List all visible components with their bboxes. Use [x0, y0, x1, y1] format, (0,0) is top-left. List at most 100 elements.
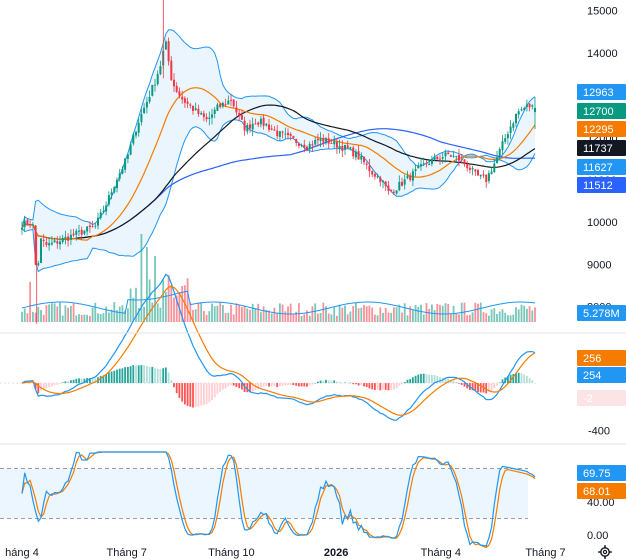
volume-bar [72, 303, 75, 322]
volume-bar [270, 313, 273, 322]
candle-body [97, 217, 99, 226]
candle-body [124, 158, 127, 170]
volume-bar [129, 288, 132, 322]
volume-bar [208, 311, 211, 322]
macd-histogram-bar [371, 383, 374, 390]
macd-histogram-bar [113, 370, 116, 384]
volume-bar [21, 311, 23, 322]
macd-histogram-bar [360, 383, 363, 386]
candle-body [192, 105, 194, 111]
stoch-badge: 69.75 [577, 465, 626, 481]
stochastic-pane[interactable] [0, 451, 536, 549]
volume-bar [344, 305, 346, 322]
macd-histogram-bar [355, 383, 357, 385]
macd-histogram-bar [289, 383, 292, 385]
price-axis-tick: 15000 [587, 6, 618, 18]
candle-body [387, 185, 390, 191]
candle-body [300, 145, 303, 146]
volume-bar [317, 313, 319, 322]
volume-bar [243, 306, 246, 322]
candle-body [129, 144, 132, 155]
candle-body [254, 123, 257, 125]
candle [523, 106, 526, 111]
candle-body [230, 99, 232, 101]
macd-histogram-bar [379, 383, 382, 391]
candle [477, 168, 479, 176]
volume-bar [319, 313, 322, 322]
candle-body [257, 122, 260, 125]
macd-histogram-bar [208, 383, 211, 403]
candle-body [107, 195, 110, 205]
macd-histogram-bar [496, 383, 498, 386]
candle-body [498, 149, 501, 157]
volume-badge: 5.278M [577, 305, 626, 321]
candle-body [154, 84, 156, 86]
candle-body [308, 144, 311, 150]
volume-bar [67, 307, 69, 322]
macd-histogram-bar [319, 380, 322, 384]
candle-body [251, 123, 254, 130]
volume-bar [292, 314, 295, 322]
macd-histogram-bar [401, 383, 403, 385]
candle-body [322, 138, 325, 143]
volume-bar [197, 302, 200, 322]
macd-histogram-bar [455, 382, 458, 383]
macd-histogram-bar [352, 383, 355, 385]
candle-body [29, 224, 32, 226]
candle [474, 169, 477, 176]
macd-histogram-bar [78, 378, 80, 384]
macd-histogram-bar [523, 374, 526, 384]
volume-bar [333, 307, 336, 322]
macd-histogram-bar [189, 383, 192, 407]
volume-bar [488, 315, 490, 322]
volume-bar [479, 302, 482, 322]
volume-bar [523, 305, 526, 322]
candle-body [53, 240, 56, 243]
macd-histogram-bar [194, 383, 197, 407]
macd-histogram-bar [238, 383, 241, 389]
macd-histogram-bar [178, 383, 181, 398]
volume-bar [534, 307, 536, 322]
macd-histogram-bar [205, 383, 208, 405]
volume-bar [490, 309, 493, 322]
macd-histogram-bar [200, 383, 203, 406]
macd-histogram-bar [325, 379, 327, 383]
candle-body [487, 173, 490, 182]
macd-histogram-bar [311, 383, 314, 385]
volume-bar [167, 275, 170, 322]
volume-bar [173, 297, 175, 322]
volume-bar [91, 307, 94, 322]
price-pane[interactable] [21, 0, 536, 324]
macd-badge: -2 [577, 390, 626, 406]
volume-bar [189, 302, 192, 322]
volume-bar [387, 312, 390, 322]
volume-bar [346, 314, 349, 322]
candle-body [403, 179, 406, 185]
candle [487, 170, 490, 184]
candle [515, 113, 517, 128]
time-axis-tick: Tháng 7 [107, 547, 147, 559]
volume-bar [132, 297, 135, 322]
macd-histogram-bar [534, 382, 536, 384]
macd-histogram-bar [382, 383, 384, 390]
candle-body [140, 114, 143, 123]
macd-histogram-bar [216, 383, 219, 394]
candle [384, 180, 387, 191]
volume-bar [162, 279, 165, 322]
candle-body [75, 230, 78, 235]
candle-body [287, 132, 289, 135]
candle-body [335, 141, 338, 148]
macd-histogram-bar [273, 383, 276, 387]
macd-histogram-bar [270, 383, 273, 387]
candle-body [398, 181, 401, 191]
volume-bar [338, 304, 341, 322]
settings-gear-icon[interactable] [598, 545, 612, 559]
volume-bar [352, 306, 355, 322]
time-axis-tick: Tháng 7 [525, 547, 565, 559]
macd-histogram-bar [526, 375, 528, 384]
candle-body [496, 157, 498, 164]
macd-histogram-bar [276, 383, 279, 387]
volume-bar [515, 307, 517, 322]
macd-histogram-bar [64, 381, 67, 384]
macd-pane[interactable] [0, 273, 536, 421]
